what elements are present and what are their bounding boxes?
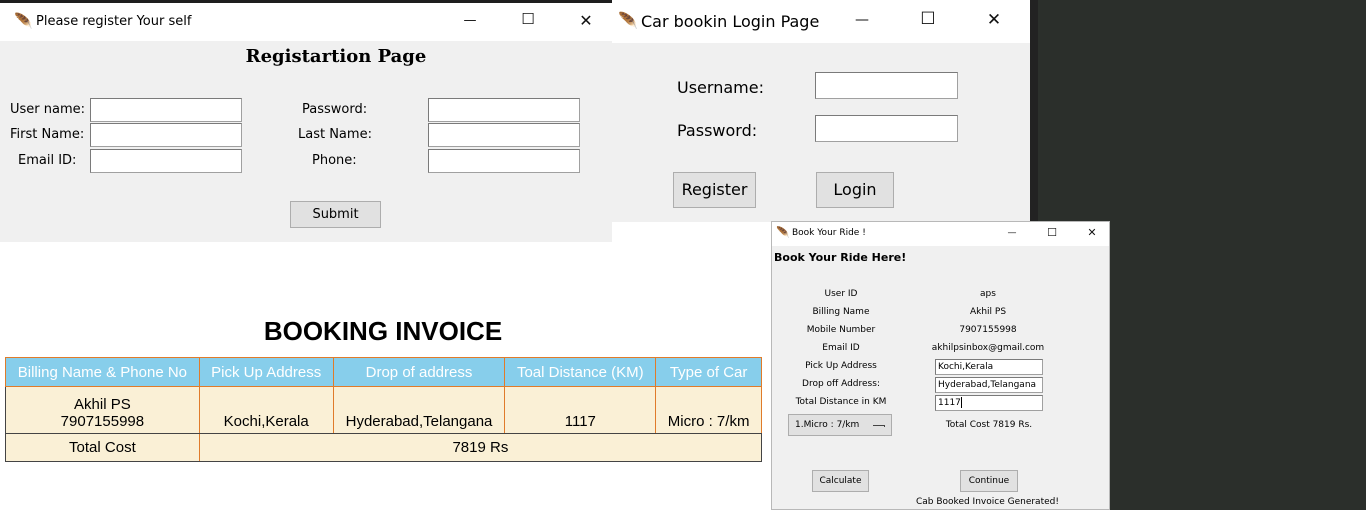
ride-window: 🪶 Book Your Ride ! — ☐ ✕ Book Your Ride …	[771, 221, 1110, 510]
invoice-table: Billing Name & Phone No Pick Up Address …	[5, 357, 762, 462]
login-password-input[interactable]	[815, 115, 958, 142]
distance-label: Total Distance in KM	[795, 397, 887, 407]
car-type-dropdown[interactable]: 1.Micro : 7/km	[788, 414, 892, 436]
phone-input[interactable]	[428, 149, 580, 173]
login-username-label: Username:	[677, 78, 764, 97]
ride-heading: Book Your Ride Here!	[774, 251, 907, 264]
billing-name-value: Akhil PS	[969, 307, 1007, 317]
invoice-pickup-cell: Kochi,Kerala	[199, 386, 334, 434]
phone-label: Phone:	[312, 153, 357, 168]
maximize-button[interactable]: ☐	[1044, 227, 1060, 238]
minimize-button[interactable]: —	[852, 13, 872, 27]
pickup-input[interactable]: Kochi,Kerala	[935, 359, 1043, 375]
register-password-input[interactable]	[428, 98, 580, 122]
dropoff-label: Drop off Address:	[802, 379, 880, 389]
close-button[interactable]: ✕	[1084, 227, 1100, 238]
invoice-total-value: 7819 Rs	[199, 433, 762, 462]
user-id-value: aps	[980, 289, 996, 299]
invoice-title: BOOKING INVOICE	[263, 316, 503, 346]
register-titlebar: 🪶 Please register Your self — ☐ ✕	[0, 3, 612, 41]
mobile-value: 7907155998	[959, 325, 1017, 335]
password-label: Password:	[302, 102, 368, 117]
close-button[interactable]: ✕	[576, 13, 596, 29]
login-button[interactable]: Login	[816, 172, 894, 208]
invoice-header-cell: Drop of address	[332, 357, 506, 387]
invoice-billing-cell: Akhil PS 7907155998	[5, 386, 200, 434]
minimize-button[interactable]: —	[460, 14, 480, 27]
register-heading: Registartion Page	[245, 46, 427, 67]
register-button[interactable]: Register	[673, 172, 756, 208]
close-button[interactable]: ✕	[984, 12, 1004, 29]
calculate-button[interactable]: Calculate	[812, 470, 869, 492]
invoice-billing-name: Akhil PS	[74, 396, 131, 413]
distance-input-value: 1117	[938, 398, 961, 408]
invoice-header-cell: Pick Up Address	[198, 357, 334, 387]
invoice-data-row: Akhil PS 7907155998 Kochi,Kerala Hyderab…	[5, 386, 762, 434]
car-type-value: 1.Micro : 7/km	[795, 420, 860, 430]
pickup-label: Pick Up Address	[805, 361, 877, 371]
submit-button[interactable]: Submit	[290, 201, 381, 228]
maximize-button[interactable]: ☐	[917, 11, 939, 28]
text-cursor	[960, 397, 962, 408]
invoice-drop-cell: Hyderabad,Telangana	[333, 386, 506, 434]
last-name-input[interactable]	[428, 123, 580, 147]
first-name-input[interactable]	[90, 123, 242, 147]
register-window-title: Please register Your self	[36, 14, 192, 29]
invoice-total-label: Total Cost	[5, 433, 200, 462]
booking-status-text: Cab Booked Invoice Generated!	[916, 497, 1059, 507]
invoice-car-cell: Micro : 7/km	[655, 386, 762, 434]
maximize-button[interactable]: ☐	[518, 12, 538, 27]
first-name-label: First Name:	[10, 127, 85, 142]
login-username-input[interactable]	[815, 72, 958, 99]
login-titlebar: 🪶 Car bookin Login Page — ☐ ✕	[612, 0, 1030, 43]
invoice-header-cell: Type of Car	[655, 357, 762, 387]
email-input[interactable]	[90, 149, 242, 173]
invoice-header-cell: Toal Distance (KM)	[504, 357, 657, 387]
total-cost-text: Total Cost 7819 Rs.	[945, 420, 1033, 430]
invoice-header-cell: Billing Name & Phone No	[5, 357, 200, 387]
login-window: 🪶 Car bookin Login Page — ☐ ✕ Username: …	[612, 0, 1030, 222]
invoice-distance-cell: 1117	[504, 386, 657, 434]
register-username-input[interactable]	[90, 98, 242, 122]
user-id-label: User ID	[824, 289, 858, 299]
distance-input[interactable]: 1117	[935, 395, 1043, 411]
billing-name-label: Billing Name	[812, 307, 870, 317]
dropoff-input[interactable]: Hyderabad,Telangana	[935, 377, 1043, 393]
invoice-billing-phone: 7907155998	[60, 413, 145, 430]
feather-icon: 🪶	[776, 226, 790, 239]
feather-icon: 🪶	[618, 11, 638, 30]
feather-icon: 🪶	[14, 12, 33, 30]
dropdown-indicator-icon	[873, 425, 885, 427]
mobile-label: Mobile Number	[806, 325, 876, 335]
email-value: akhilpsinbox@gmail.com	[931, 343, 1045, 353]
desktop-background-strip	[1030, 0, 1038, 222]
ride-email-label: Email ID	[822, 343, 860, 353]
invoice-total-row: Total Cost 7819 Rs	[5, 433, 762, 462]
login-window-title: Car bookin Login Page	[641, 12, 820, 31]
continue-button[interactable]: Continue	[960, 470, 1018, 492]
register-window: 🪶 Please register Your self — ☐ ✕ Regist…	[0, 3, 612, 242]
email-label: Email ID:	[18, 153, 77, 168]
ride-window-title: Book Your Ride !	[792, 228, 866, 238]
ride-titlebar: 🪶 Book Your Ride ! — ☐ ✕	[772, 222, 1109, 246]
minimize-button[interactable]: —	[1004, 229, 1020, 238]
invoice-header-row: Billing Name & Phone No Pick Up Address …	[5, 357, 762, 387]
login-password-label: Password:	[677, 121, 758, 140]
username-label: User name:	[10, 102, 86, 117]
last-name-label: Last Name:	[298, 127, 372, 142]
